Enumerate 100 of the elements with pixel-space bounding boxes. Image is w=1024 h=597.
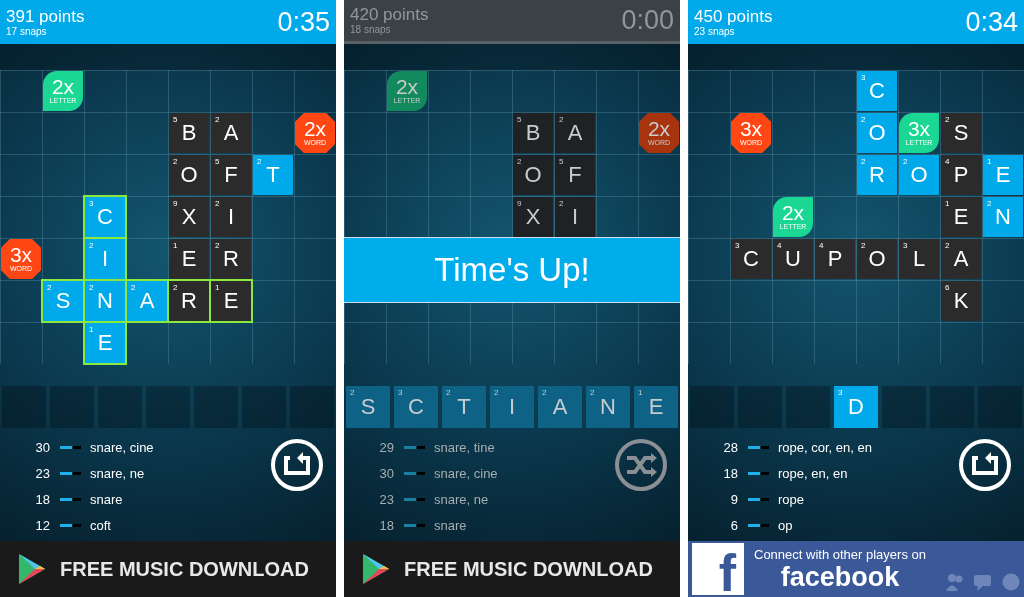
tile-letter: R [223, 246, 239, 272]
word-list: rope, en, en [778, 465, 848, 481]
tile-letter: A [223, 120, 239, 146]
tile-points: 2 [173, 283, 178, 292]
tile-letter: B [181, 120, 197, 146]
facebook-banner[interactable]: f Connect with other players on facebook [688, 541, 1024, 597]
letter-tile[interactable]: 2 N [586, 386, 630, 428]
chat-icon [974, 573, 992, 591]
letter-tile[interactable]: 2 I [490, 386, 534, 428]
tile-letter: O [180, 162, 198, 188]
tile-letter: E [648, 394, 664, 420]
tile-points: 1 [89, 325, 94, 334]
tile-letter: D [848, 394, 864, 420]
tile-letter: E [223, 288, 239, 314]
letter-tile[interactable]: 5 F [211, 155, 251, 195]
tile-letter: T [457, 394, 471, 420]
word-list: rope, cor, en, en [778, 439, 872, 455]
tile-points: 3 [735, 241, 740, 250]
letter-tile[interactable]: 3 L [899, 239, 939, 279]
tile-points: 3 [398, 388, 403, 397]
recall-button[interactable] [270, 438, 324, 492]
tile-letter: C [743, 246, 759, 272]
empty-slot [50, 386, 94, 428]
word-score: 6 [729, 517, 738, 533]
word-list: rope [778, 491, 805, 507]
letter-tile[interactable]: 2 S [346, 386, 390, 428]
word-score: 18 [378, 517, 394, 533]
ad-banner[interactable]: FREE MUSIC DOWNLOAD [0, 541, 336, 597]
shuffle-button[interactable] [614, 438, 668, 492]
tile-points: 2 [47, 283, 52, 292]
tile-letter: N [995, 204, 1011, 230]
tile-points: 2 [903, 157, 908, 166]
tile-points: 2 [861, 241, 866, 250]
word-score: 23 [34, 465, 50, 481]
tile-points: 9 [517, 199, 522, 208]
tile-letter: N [97, 288, 113, 314]
tile-letter: I [227, 204, 235, 230]
letter-tile[interactable]: 5 F [555, 155, 595, 195]
tile-points: 1 [638, 388, 643, 397]
empty-slot [2, 386, 46, 428]
tile-letter: R [869, 162, 885, 188]
tile-points: 2 [517, 157, 522, 166]
tile-points: 2 [945, 241, 950, 250]
tile-points: 2 [257, 157, 262, 166]
tile-points: 2 [173, 157, 178, 166]
tile-letter: O [524, 162, 542, 188]
word-list: snare, cine [90, 439, 154, 455]
empty-slot [290, 386, 334, 428]
facebook-logo: f [692, 543, 744, 595]
tile-letter: A [139, 288, 155, 314]
tile-letter: S [55, 288, 71, 314]
empty-slot [242, 386, 286, 428]
ad-banner[interactable]: FREE MUSIC DOWNLOAD [344, 541, 680, 597]
empty-slot [978, 386, 1022, 428]
tile-points: 5 [559, 157, 564, 166]
bonus-multiplier: 2x [51, 77, 75, 97]
tile-letter: S [953, 120, 969, 146]
tile-points: 2 [590, 388, 595, 397]
tile-points: 2 [559, 199, 564, 208]
tile-letter: P [827, 246, 843, 272]
bonus-multiplier: 3x [907, 119, 931, 139]
tile-points: 2 [559, 115, 564, 124]
tile-points: 2 [987, 199, 992, 208]
letter-tile[interactable]: 3 C [394, 386, 438, 428]
empty-slot [98, 386, 142, 428]
word-score: 18 [722, 465, 738, 481]
letter-tile[interactable]: 2 I [555, 197, 595, 237]
tile-points: 4 [777, 241, 782, 250]
tile-letter: E [995, 162, 1011, 188]
recall-button[interactable] [958, 438, 1012, 492]
tile-points: 1 [987, 157, 992, 166]
letter-tile[interactable]: 1 E [634, 386, 678, 428]
tile-letter: A [567, 120, 583, 146]
tile-points: 2 [494, 388, 499, 397]
tile-letter: C [408, 394, 424, 420]
tile-letter: B [525, 120, 541, 146]
tile-letter: C [97, 204, 113, 230]
tile-points: 5 [215, 157, 220, 166]
tile-letter: E [181, 246, 197, 272]
tile-points: 6 [945, 283, 950, 292]
tile-letter: E [97, 330, 113, 356]
tile-letter: I [508, 394, 516, 420]
tile-letter: F [568, 162, 582, 188]
word-list: snare, cine [434, 465, 498, 481]
bonus-multiplier: 3x [739, 119, 763, 139]
word-score: 29 [378, 439, 394, 455]
timer-label: 0:00 [621, 5, 674, 36]
tile-points: 1 [215, 283, 220, 292]
banner-text: Time's Up! [434, 251, 590, 289]
word-list: op [778, 517, 793, 533]
tile-points: 4 [819, 241, 824, 250]
points-label: 450 points [694, 6, 773, 26]
letter-tile[interactable]: 2 A [538, 386, 582, 428]
tile-letter: A [953, 246, 969, 272]
letter-tile[interactable]: 2 I [211, 197, 251, 237]
word-list: snare [90, 491, 123, 507]
tile-points: 5 [173, 115, 178, 124]
points-label: 420 points [350, 5, 429, 24]
letter-tile[interactable]: 2 T [442, 386, 486, 428]
word-score: 9 [729, 491, 738, 507]
